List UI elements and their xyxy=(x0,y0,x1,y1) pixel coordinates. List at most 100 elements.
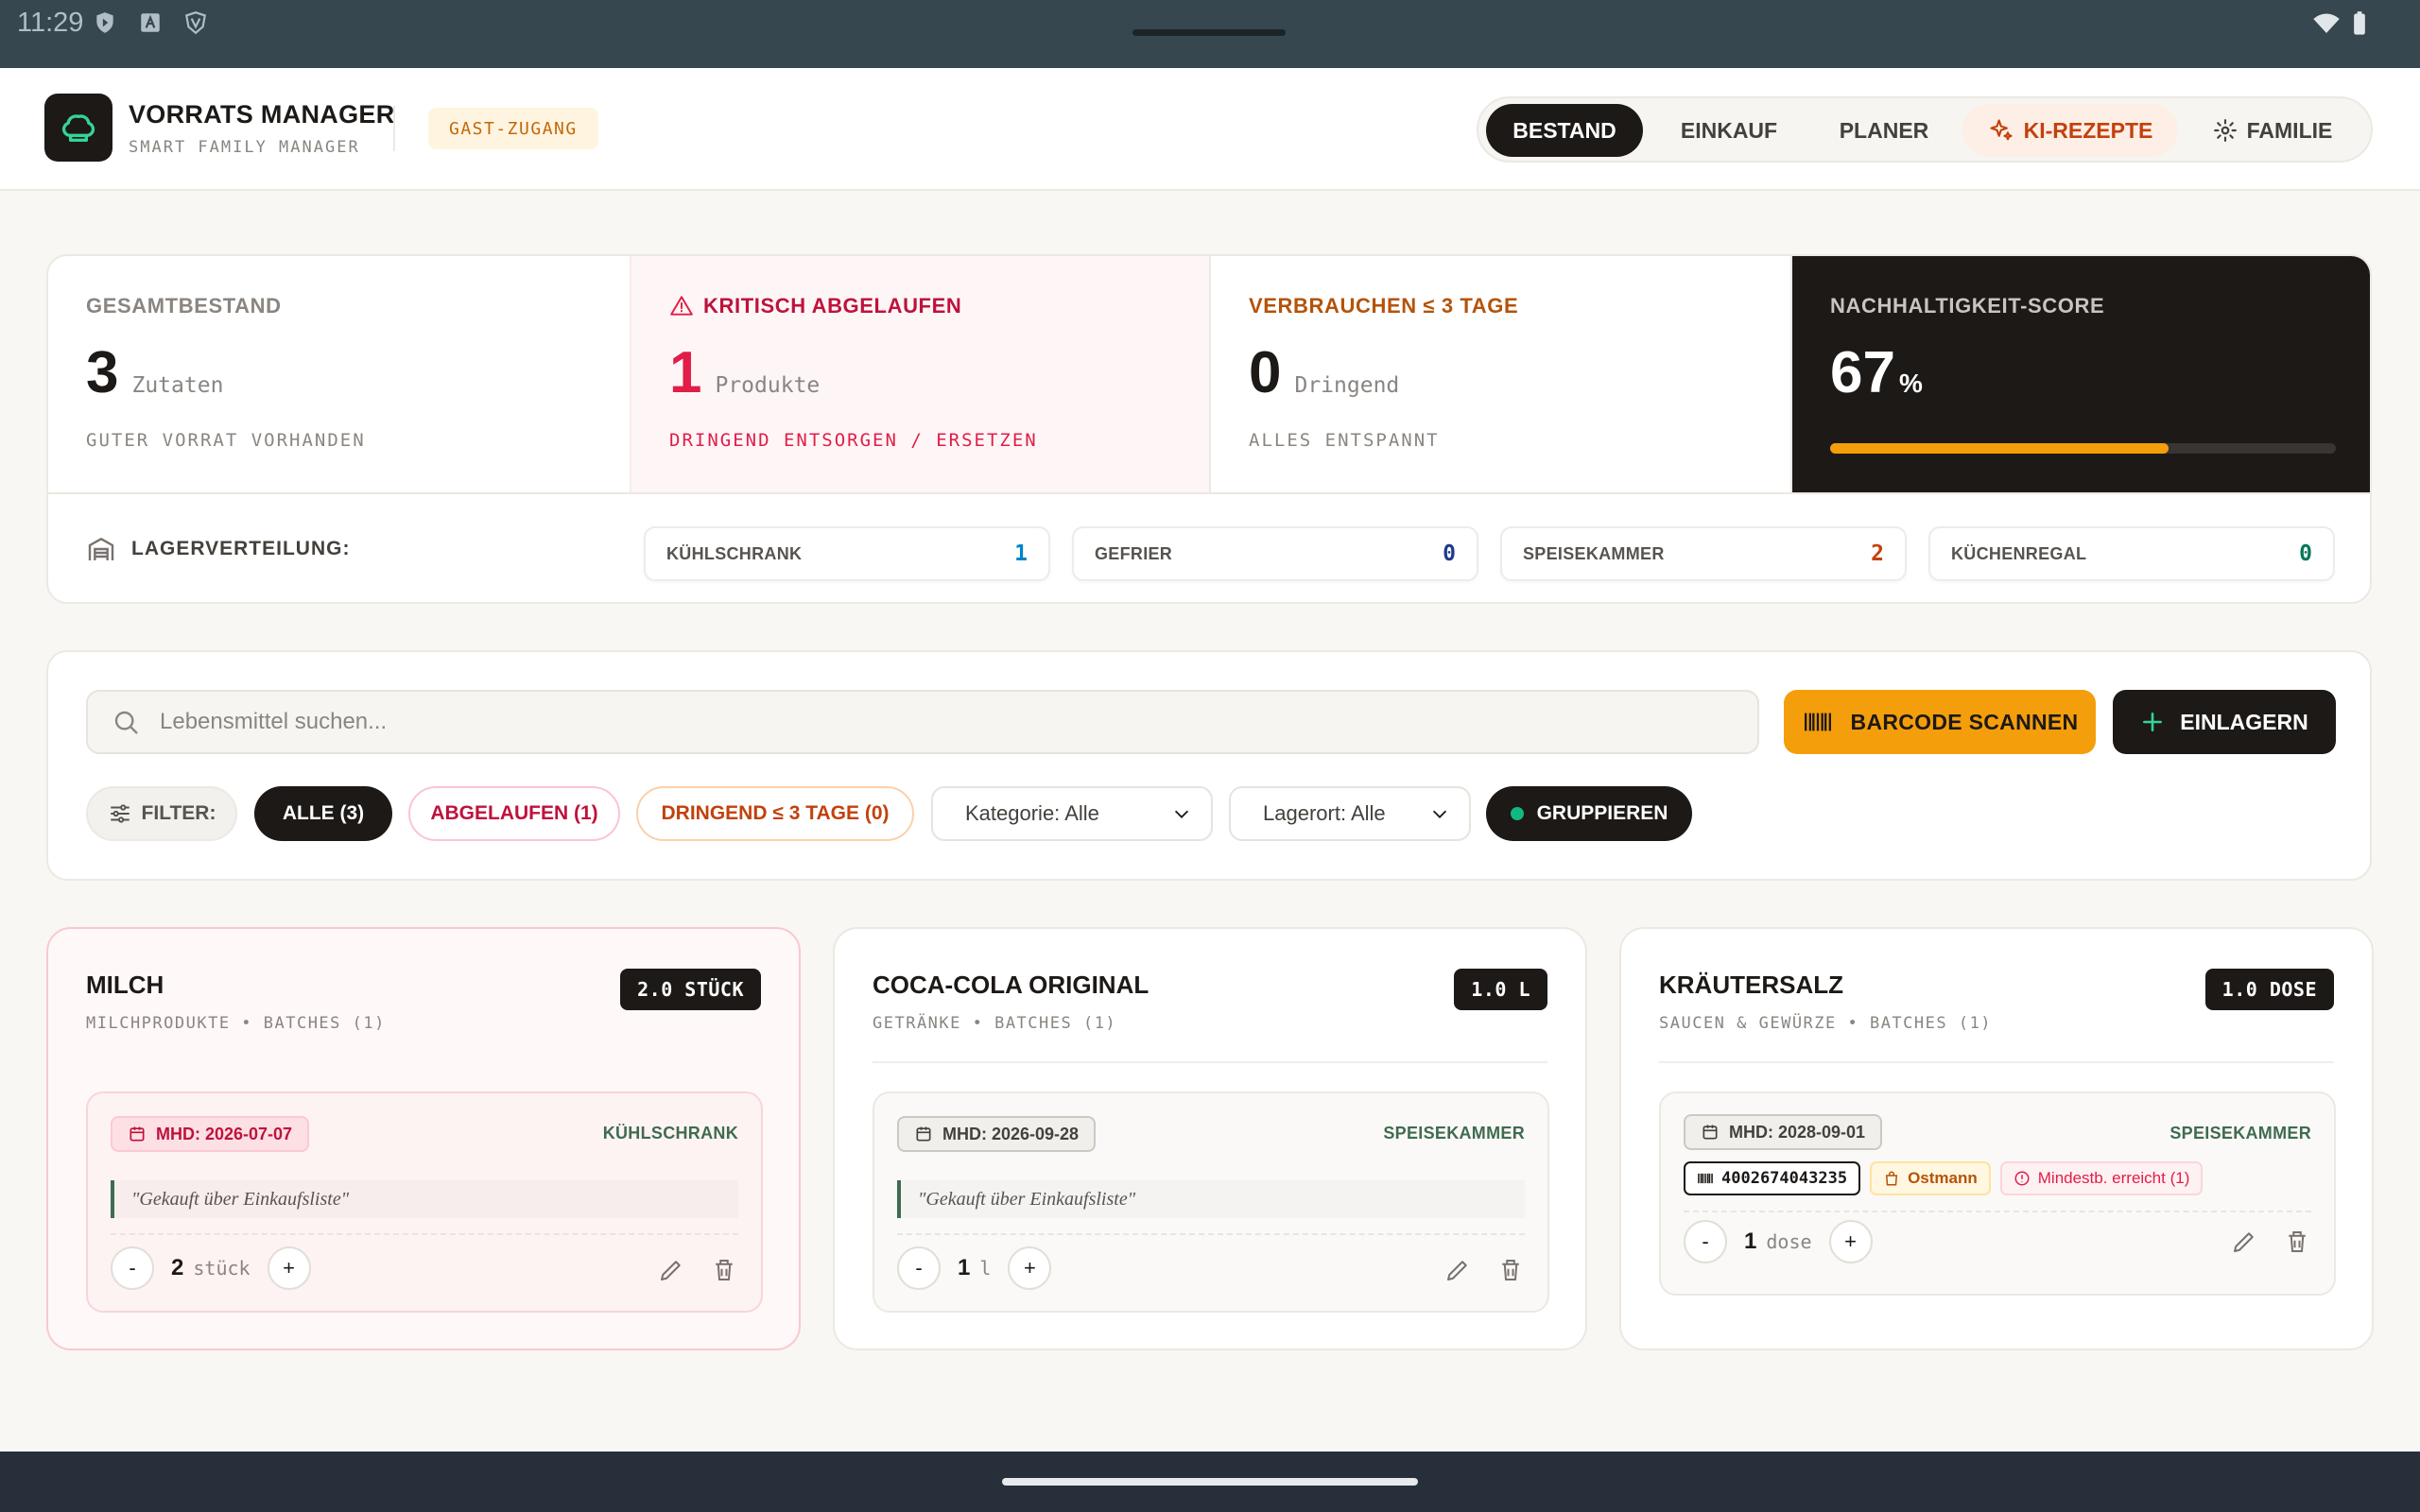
location-count: 2 xyxy=(1871,541,1884,566)
storage-location-speisekammer[interactable]: SPEISEKAMMER 2 xyxy=(1500,526,1907,581)
tab-ki-rezepte[interactable]: KI-REZEPTE xyxy=(1962,104,2178,157)
increment-button[interactable]: + xyxy=(1828,1220,1873,1263)
tab-label: PLANER xyxy=(1839,117,1929,143)
item-actions xyxy=(1443,1256,1525,1284)
batch-box: MHD: 2026-07-07 KÜHLSCHRANK "Gekauft übe… xyxy=(86,1091,763,1313)
filter-all[interactable]: ALLE (3) xyxy=(254,786,392,841)
quantity-stepper: - 2 stück + xyxy=(111,1246,311,1290)
mhd-badge: MHD: 2026-07-07 xyxy=(111,1116,310,1152)
decrement-button[interactable]: - xyxy=(1684,1220,1727,1263)
quantity-stepper: - 1 l + xyxy=(897,1246,1052,1290)
search-input[interactable]: Lebensmittel suchen... xyxy=(86,690,1759,754)
storage-location-kuechenregal[interactable]: KÜCHENREGAL 0 xyxy=(1928,526,2335,581)
tab-bestand[interactable]: BESTAND xyxy=(1486,104,1643,157)
info-circle-icon xyxy=(2014,1171,2030,1186)
app-header: VORRATS MANAGER SMART FAMILY MANAGER GAS… xyxy=(0,68,2420,191)
decrement-button[interactable]: - xyxy=(897,1246,941,1290)
vpn-shield-icon xyxy=(185,11,206,35)
min-stock-text: Mindestb. erreicht (1) xyxy=(2037,1169,2190,1187)
score-progress-fill xyxy=(1830,443,2169,454)
location-name: KÜHLSCHRANK xyxy=(666,543,803,563)
filter-all-label: ALLE (3) xyxy=(282,802,365,824)
batch-box: MHD: 2028-09-01 SPEISEKAMMER 40026740432… xyxy=(1659,1091,2336,1296)
mhd-badge: MHD: 2026-09-28 xyxy=(897,1116,1097,1152)
home-gesture-handle[interactable] xyxy=(1002,1478,1418,1486)
category-value: Kategorie: Alle xyxy=(965,801,1099,825)
storage-place: KÜHLSCHRANK xyxy=(602,1124,738,1143)
stat-unit: Dringend xyxy=(1294,373,1400,398)
stat-value: 0 xyxy=(1249,340,1282,405)
item-actions xyxy=(2230,1228,2311,1256)
stat-total: GESAMTBESTAND 3 Zutaten GUTER VORRAT VORH… xyxy=(48,256,630,492)
stat-value: 3 xyxy=(86,340,119,405)
decrement-button[interactable]: - xyxy=(111,1246,154,1290)
barcode-icon xyxy=(1804,713,1831,731)
storage-location-kuehlschrank[interactable]: KÜHLSCHRANK 1 xyxy=(644,526,1050,581)
storage-label: LAGERVERTEILUNG: xyxy=(131,538,351,559)
add-label: EINLAGERN xyxy=(2180,709,2308,734)
location-count: 0 xyxy=(2299,541,2312,566)
app-logo xyxy=(44,94,112,162)
dashed-divider xyxy=(111,1233,738,1235)
add-stock-button[interactable]: EINLAGERN xyxy=(2113,690,2336,754)
notch-pill xyxy=(1132,29,1286,36)
calendar-icon xyxy=(1703,1125,1718,1140)
item-card-kraeutersalz[interactable]: KRÄUTERSALZ SAUCEN & GEWÜRZE • BATCHES (… xyxy=(1619,927,2374,1350)
stepper-value: 1 xyxy=(1744,1228,1757,1254)
group-label: GRUPPIEREN xyxy=(1536,802,1668,824)
item-name: KRÄUTERSALZ xyxy=(1659,971,1843,999)
stats-panel: GESAMTBESTAND 3 Zutaten GUTER VORRAT VORH… xyxy=(46,254,2372,604)
sparkles-icon xyxy=(1990,119,2013,141)
stat-score: NACHHALTIGKEIT-SCORE 67% xyxy=(1792,256,2370,492)
batch-tags: 4002674043235 Ostmann Mindestb. erreicht… xyxy=(1684,1161,2204,1195)
trash-icon[interactable] xyxy=(2283,1228,2311,1256)
location-name: GEFRIER xyxy=(1095,543,1173,563)
filter-urgent[interactable]: DRINGEND ≤ 3 TAGE (0) xyxy=(636,786,914,841)
stepper-value: 2 xyxy=(171,1255,184,1280)
batch-box: MHD: 2026-09-28 SPEISEKAMMER "Gekauft üb… xyxy=(873,1091,1549,1313)
stat-value: 1 xyxy=(669,340,702,405)
stat-urgent: VERBRAUCHEN ≤ 3 TAGE 0 Dringend ALLES ENT… xyxy=(1211,256,1792,492)
stat-label: VERBRAUCHEN ≤ 3 TAGE xyxy=(1249,294,1519,318)
stat-value: 67 xyxy=(1830,340,1895,405)
warning-triangle-icon xyxy=(670,296,693,316)
filter-expired-label: ABGELAUFEN (1) xyxy=(430,802,598,824)
category-select[interactable]: Kategorie: Alle xyxy=(931,786,1213,841)
search-placeholder: Lebensmittel suchen... xyxy=(160,709,388,734)
group-toggle[interactable]: GRUPPIEREN xyxy=(1486,786,1692,841)
increment-button[interactable]: + xyxy=(267,1246,311,1290)
tab-einkauf[interactable]: EINKAUF xyxy=(1651,104,1807,157)
system-status-bar: 11:29 xyxy=(0,0,2420,68)
location-select[interactable]: Lagerort: Alle xyxy=(1229,786,1471,841)
increment-button[interactable]: + xyxy=(1008,1246,1052,1290)
item-card-coca-cola[interactable]: COCA-COLA ORIGINAL GETRÄNKE • BATCHES (1… xyxy=(833,927,1587,1350)
edit-pencil-icon[interactable] xyxy=(1443,1256,1472,1284)
item-card-milch[interactable]: MILCH MILCHPRODUKTE • BATCHES (1) 2.0 ST… xyxy=(46,927,801,1350)
mhd-badge: MHD: 2028-09-01 xyxy=(1684,1114,1883,1150)
tab-label: BESTAND xyxy=(1512,117,1616,143)
tab-planer[interactable]: PLANER xyxy=(1809,104,1959,157)
header-divider xyxy=(393,106,395,151)
item-meta: GETRÄNKE • BATCHES (1) xyxy=(873,1014,1117,1033)
battery-icon xyxy=(2354,11,2365,35)
storage-distribution: LAGERVERTEILUNG: KÜHLSCHRANK 1 GEFRIER 0… xyxy=(48,492,2370,602)
sliders-icon xyxy=(110,804,130,823)
tab-label: EINKAUF xyxy=(1680,117,1778,143)
barcode-scan-button[interactable]: BARCODE SCANNEN xyxy=(1784,690,2096,754)
mhd-date: MHD: 2028-09-01 xyxy=(1729,1122,1866,1142)
location-name: KÜCHENREGAL xyxy=(1951,543,2087,563)
trash-icon[interactable] xyxy=(1496,1256,1525,1284)
main-nav: BESTAND EINKAUF PLANER KI-REZEPTE FAMILI… xyxy=(1477,96,2373,163)
trash-icon[interactable] xyxy=(710,1256,738,1284)
brand-tag: Ostmann xyxy=(1870,1161,1991,1195)
filter-expired[interactable]: ABGELAUFEN (1) xyxy=(408,786,620,841)
storage-location-gefrier[interactable]: GEFRIER 0 xyxy=(1072,526,1478,581)
tab-familie[interactable]: FAMILIE xyxy=(2184,104,2361,157)
edit-pencil-icon[interactable] xyxy=(657,1256,685,1284)
tab-label: KI-REZEPTE xyxy=(2023,117,2153,143)
location-name: SPEISEKAMMER xyxy=(1523,543,1665,563)
app-title: VORRATS MANAGER xyxy=(129,100,395,129)
calendar-icon xyxy=(916,1126,931,1142)
edit-pencil-icon[interactable] xyxy=(2230,1228,2258,1256)
toggle-on-dot xyxy=(1510,807,1524,820)
